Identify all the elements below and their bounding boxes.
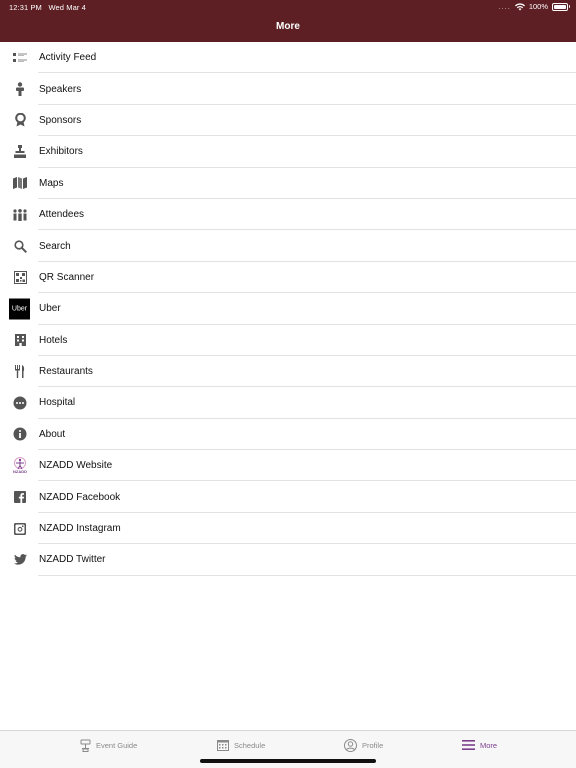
menu-item-label: Speakers	[39, 83, 82, 95]
menu-item-label: Exhibitors	[39, 146, 83, 158]
menu-item-hotels[interactable]: Hotels	[0, 325, 576, 357]
battery-percent: 100%	[528, 2, 548, 11]
fork-knife-icon	[9, 361, 31, 383]
header-bar: 12:31 PM Wed Mar 4 .... 100% More	[0, 0, 576, 42]
hamburger-menu-icon	[462, 740, 475, 750]
menu-item-nzadd-instagram[interactable]: NZADD Instagram	[0, 513, 576, 545]
menu-item-label: Hospital	[39, 397, 76, 409]
menu-item-exhibitors[interactable]: Exhibitors	[0, 136, 576, 168]
menu-item-label: Sponsors	[39, 114, 82, 126]
tab-profile[interactable]: Profile	[344, 731, 383, 759]
tab-label: Profile	[362, 740, 384, 750]
menu-item-label: Hotels	[39, 334, 68, 346]
menu-item-label: Attendees	[39, 209, 85, 221]
facebook-icon	[9, 486, 31, 508]
uber-logo-icon: Uber	[9, 298, 30, 320]
menu-item-hospital[interactable]: Hospital	[0, 387, 576, 420]
menu-item-speakers[interactable]: Speakers	[0, 73, 576, 106]
menu-item-nzadd-twitter[interactable]: NZADD Twitter	[0, 544, 576, 577]
menu-item-restaurants[interactable]: Restaurants	[0, 356, 576, 388]
calendar-icon	[217, 740, 229, 751]
menu-item-label: Activity Feed	[39, 52, 97, 64]
tab-more[interactable]: More	[462, 731, 497, 759]
hotel-building-icon	[9, 329, 31, 351]
menu-item-label: Search	[39, 240, 71, 252]
menu-item-activity-feed[interactable]: Activity Feed	[0, 42, 576, 74]
cellular-dots: ....	[498, 2, 511, 11]
more-dots-icon	[9, 392, 31, 414]
map-icon	[9, 172, 31, 194]
menu-item-label: NZADD Website	[39, 460, 113, 472]
menu-item-label: NZADD Facebook	[39, 491, 121, 503]
menu-item-label: About	[39, 428, 66, 440]
activity-feed-icon	[9, 47, 31, 69]
tab-label: Schedule	[234, 740, 266, 750]
menu-item-uber[interactable]: Uber Uber	[0, 293, 576, 325]
menu-item-qr-scanner[interactable]: QR Scanner	[0, 262, 576, 294]
nzadd-figure-icon	[14, 457, 26, 470]
nzadd-logo-text: NZADD	[13, 469, 27, 475]
battery-icon	[552, 2, 570, 11]
menu-item-nzadd-facebook[interactable]: NZADD Facebook	[0, 481, 576, 514]
tab-label: More	[480, 740, 498, 750]
event-guide-icon	[80, 739, 91, 752]
wifi-icon	[514, 2, 525, 10]
status-indicators: .... 100%	[498, 2, 570, 11]
menu-item-sponsors[interactable]: Sponsors	[0, 105, 576, 137]
tab-label: Event Guide	[96, 740, 138, 750]
status-time: 12:31 PM Wed Mar 4	[9, 3, 86, 12]
menu-item-label: Uber	[39, 303, 61, 315]
nzadd-logo-icon: NZADD	[9, 455, 31, 477]
exhibitor-icon	[9, 141, 31, 163]
more-menu-list: Activity Feed Speakers Sponsors Exhibito…	[0, 42, 576, 577]
menu-item-label: NZADD Instagram	[39, 523, 121, 535]
menu-item-about[interactable]: About	[0, 419, 576, 451]
menu-item-label: NZADD Twitter	[39, 554, 106, 566]
home-indicator[interactable]	[200, 759, 376, 763]
attendees-icon	[9, 204, 31, 226]
menu-item-search[interactable]: Search	[0, 230, 576, 263]
menu-item-attendees[interactable]: Attendees	[0, 199, 576, 231]
tab-event-guide[interactable]: Event Guide	[80, 731, 137, 759]
profile-icon	[344, 738, 357, 752]
sponsor-ribbon-icon	[9, 109, 31, 131]
instagram-icon	[9, 518, 31, 540]
menu-item-maps[interactable]: Maps	[0, 168, 576, 200]
search-icon	[9, 235, 31, 257]
twitter-icon	[9, 549, 31, 571]
page-title: More	[276, 21, 300, 32]
speaker-icon	[9, 78, 31, 100]
menu-item-label: Restaurants	[39, 366, 93, 378]
uber-logo-text: Uber	[11, 305, 28, 313]
menu-item-nzadd-website[interactable]: NZADD NZADD Website	[0, 450, 576, 482]
menu-item-label: QR Scanner	[39, 271, 95, 283]
menu-item-label: Maps	[39, 177, 64, 189]
qr-code-icon	[9, 266, 31, 288]
info-icon	[9, 423, 31, 445]
tab-schedule[interactable]: Schedule	[217, 731, 265, 759]
bottom-tab-bar: Event Guide Schedule Profile More	[0, 730, 576, 768]
